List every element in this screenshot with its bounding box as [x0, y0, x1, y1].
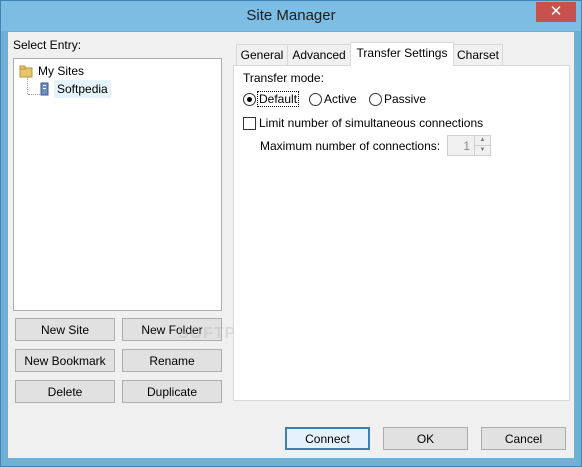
- close-icon: ✕: [549, 2, 563, 20]
- limit-connections-label[interactable]: Limit number of simultaneous connections: [259, 116, 483, 130]
- radio-active-label[interactable]: Active: [324, 92, 357, 106]
- tree-item-label: Softpedia: [54, 80, 111, 98]
- max-connections-value[interactable]: 1: [448, 139, 474, 153]
- radio-passive-label[interactable]: Passive: [384, 92, 426, 106]
- server-icon: [40, 82, 49, 96]
- select-entry-label: Select Entry:: [13, 38, 82, 52]
- transfer-mode-label: Transfer mode:: [243, 71, 324, 85]
- max-connections-label: Maximum number of connections:: [260, 139, 441, 153]
- duplicate-button[interactable]: Duplicate: [122, 380, 222, 403]
- tab-general[interactable]: General: [236, 44, 288, 65]
- radio-default-indicator[interactable]: [243, 93, 256, 106]
- tree-connector: [27, 76, 28, 94]
- new-bookmark-button[interactable]: New Bookmark: [15, 349, 115, 372]
- tab-advanced[interactable]: Advanced: [287, 44, 351, 65]
- cancel-button[interactable]: Cancel: [481, 427, 566, 450]
- site-tree[interactable]: My Sites Softpedia: [13, 58, 222, 311]
- spin-down-icon[interactable]: ▼: [474, 146, 490, 155]
- tree-item-label: My Sites: [38, 64, 85, 78]
- delete-button[interactable]: Delete: [15, 380, 115, 403]
- limit-connections-box[interactable]: [243, 117, 256, 130]
- ok-button[interactable]: OK: [383, 427, 468, 450]
- spin-up-icon[interactable]: ▲: [474, 136, 490, 146]
- radio-passive-indicator[interactable]: [369, 93, 382, 106]
- transfer-settings-panel: Transfer mode: Default Active Passive Li…: [233, 65, 570, 401]
- tab-transfer-settings[interactable]: Transfer Settings: [350, 42, 454, 66]
- close-button[interactable]: ✕: [536, 2, 576, 22]
- connect-button[interactable]: Connect: [285, 427, 370, 450]
- folder-icon: [19, 65, 33, 78]
- title-bar[interactable]: Site Manager ✕: [1, 1, 581, 31]
- radio-default-label[interactable]: Default: [256, 91, 300, 107]
- dialog-body: Select Entry: My Sites Softpedia New Sit…: [8, 32, 574, 458]
- max-connections-stepper[interactable]: 1 ▲ ▼: [447, 135, 491, 156]
- window-title: Site Manager: [246, 7, 336, 24]
- new-site-button[interactable]: New Site: [15, 318, 115, 341]
- rename-button[interactable]: Rename: [122, 349, 222, 372]
- tab-charset[interactable]: Charset: [453, 44, 503, 65]
- site-manager-window: Site Manager ✕ Select Entry: My Sites So…: [0, 0, 582, 467]
- tree-connector: [28, 94, 40, 95]
- radio-active-indicator[interactable]: [309, 93, 322, 106]
